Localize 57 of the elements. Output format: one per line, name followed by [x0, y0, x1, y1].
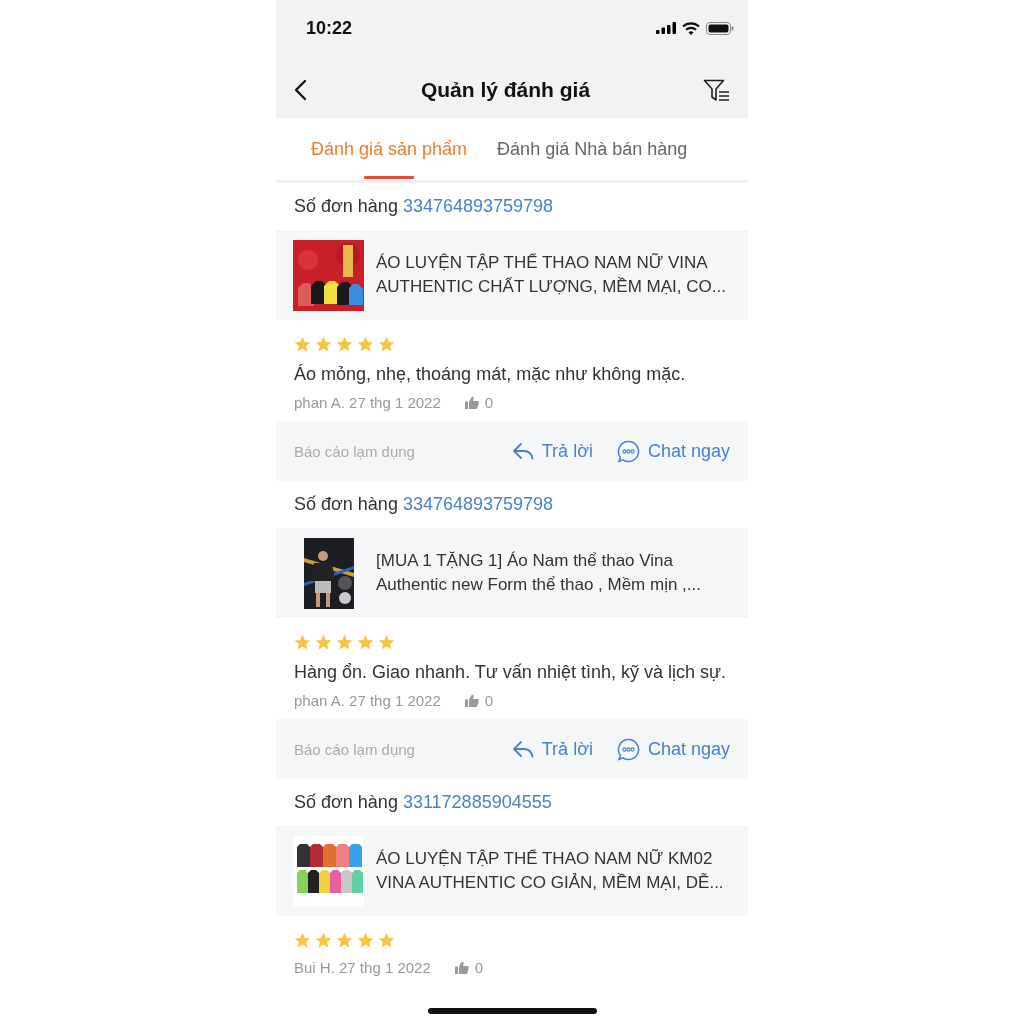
report-link[interactable]: Báo cáo lạm dụng [294, 442, 488, 460]
star-icon [315, 633, 332, 651]
chat-icon [616, 737, 640, 761]
star-icon [294, 931, 311, 949]
star-icon [357, 633, 374, 651]
star-icon [294, 335, 311, 353]
tab[interactable]: Đánh giá sản phẩm [296, 118, 483, 180]
like-count: 0 [484, 692, 494, 709]
star-icon [315, 335, 332, 353]
thumbs-up-icon[interactable] [464, 694, 479, 707]
star-icon [336, 633, 353, 651]
battery-icon [706, 21, 734, 35]
back-icon[interactable] [294, 79, 308, 101]
review-author-date: Bui H. 27 thg 1 2022 [294, 959, 431, 976]
review-text: Hàng ổn. Giao nhanh. Tư vấn nhiệt tình, kỹ và lịch sự. [294, 662, 727, 683]
star-icon [294, 633, 311, 651]
star-icon [336, 335, 353, 353]
star-icon [357, 335, 374, 353]
like-count: 0 [474, 959, 484, 976]
like-count: 0 [484, 394, 494, 411]
product-card[interactable]: ÁO LUYỆN TẬP THỂ THAO NAM NỮ KM02 VINA AUTHENTIC CO GIẢN, MỀM MẠI, DỄ... [276, 826, 748, 916]
review-text: Áo mỏng, nhẹ, thoáng mát, mặc như không mặc. [294, 364, 687, 385]
star-icon [378, 633, 395, 651]
chat-icon [616, 439, 640, 463]
star-icon [378, 931, 395, 949]
tab[interactable]: Đánh giá Nhà bán hàng [482, 118, 703, 180]
status-time: 10:22 [306, 17, 353, 39]
star-icon [357, 931, 374, 949]
order-label: Số đơn hàng [294, 196, 398, 217]
reply-icon [511, 740, 534, 758]
star-icon [315, 931, 332, 949]
star-icon [378, 335, 395, 353]
product-title: ÁO LUYỆN TẬP THỂ THAO NAM NỮ VINA AUTHENTIC CHẤT LƯỢNG, MỀM MẠI, CO... [376, 252, 727, 298]
product-card[interactable]: [MUA 1 TẶNG 1] Áo Nam thể thao Vina Authentic new Form thể thao , Mềm mịn ,... [276, 528, 748, 618]
chat-button[interactable]: Chat ngay [616, 737, 730, 761]
chat-button[interactable]: Chat ngay [616, 439, 730, 463]
reply-icon [511, 442, 534, 460]
product-title: [MUA 1 TẶNG 1] Áo Nam thể thao Vina Authentic new Form thể thao , Mềm mịn ,... [376, 550, 703, 596]
review-author-date: phan A. 27 thg 1 2022 [294, 692, 441, 709]
thumbs-up-icon[interactable] [454, 961, 469, 974]
wifi-icon [682, 21, 700, 35]
filter-icon[interactable] [703, 78, 730, 102]
order-label: Số đơn hàng [294, 494, 398, 515]
order-number[interactable]: 334764893759798 [402, 494, 554, 515]
signal-icon [656, 22, 676, 34]
star-icon [336, 931, 353, 949]
review-author-date: phan A. 27 thg 1 2022 [294, 394, 441, 411]
page-title: Quản lý đánh giá [420, 78, 591, 102]
product-card[interactable]: ÁO LUYỆN TẬP THỂ THAO NAM NỮ VINA AUTHENTIC CHẤT LƯỢNG, MỀM MẠI, CO... [276, 230, 748, 320]
order-number[interactable]: 334764893759798 [402, 196, 554, 217]
report-link[interactable]: Báo cáo lạm dụng [294, 740, 488, 758]
product-title: ÁO LUYỆN TẬP THỂ THAO NAM NỮ KM02 VINA AUTHENTIC CO GIẢN, MỀM MẠI, DỄ... [376, 848, 725, 894]
thumbs-up-icon[interactable] [464, 396, 479, 409]
order-label: Số đơn hàng [294, 792, 398, 813]
reply-button[interactable]: Trả lời [511, 738, 593, 760]
reply-button[interactable]: Trả lời [511, 440, 593, 462]
order-number[interactable]: 331172885904555 [402, 792, 552, 813]
